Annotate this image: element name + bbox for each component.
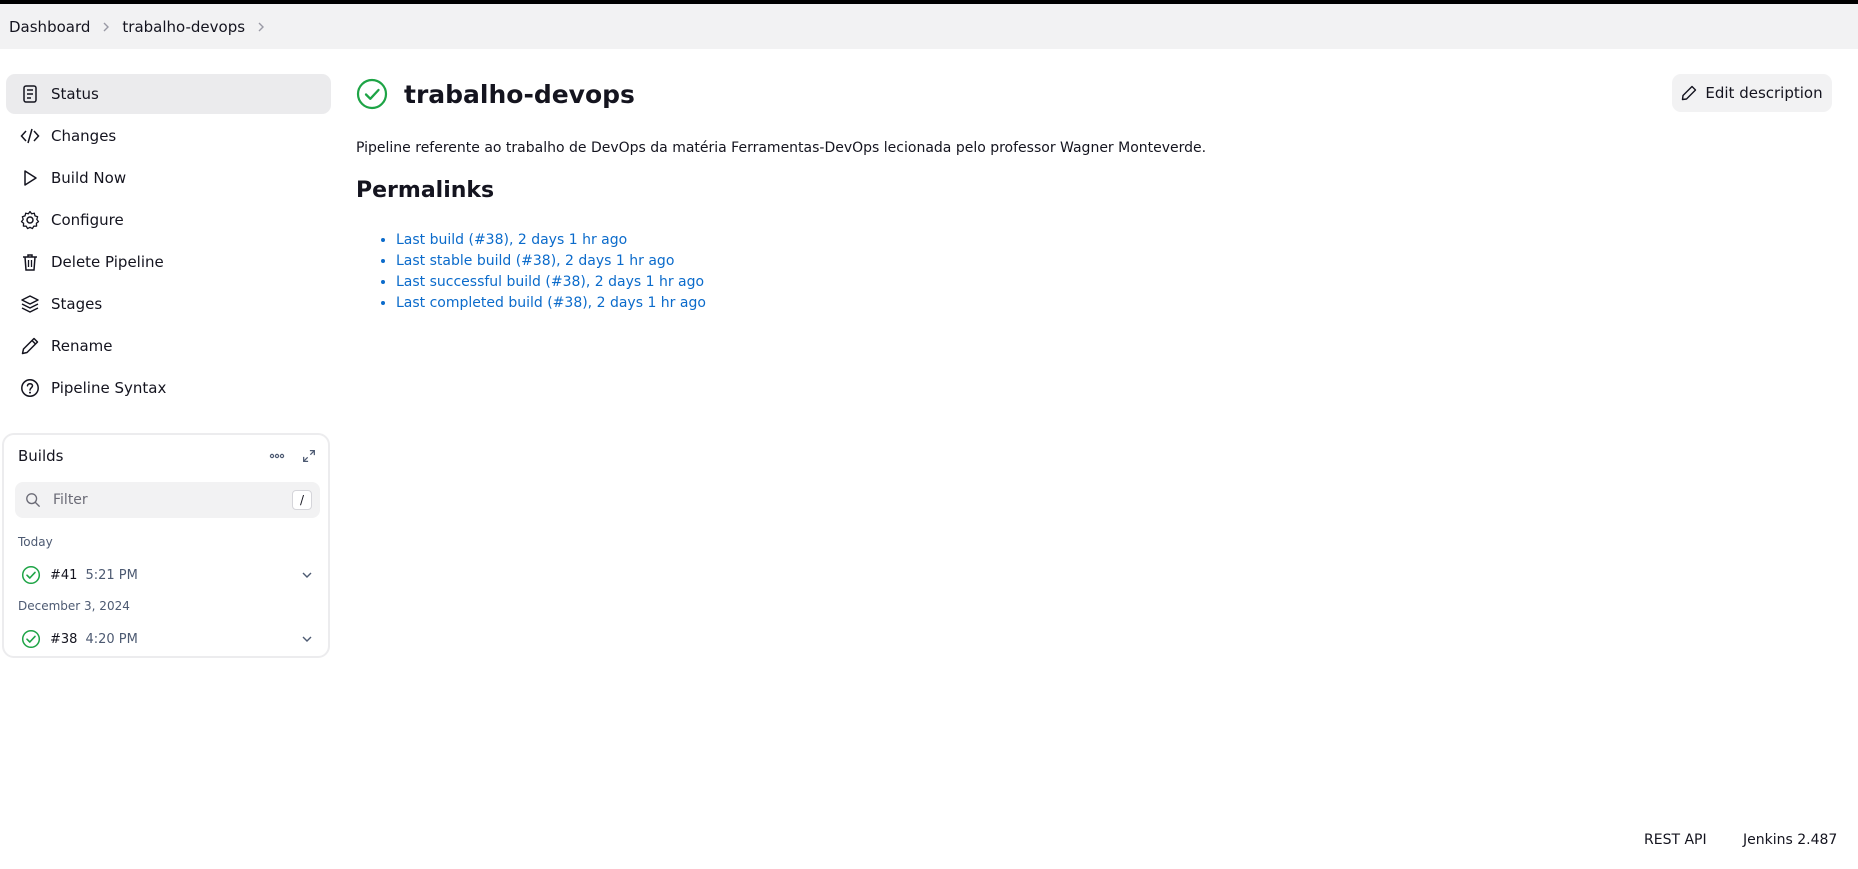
edit-description-label: Edit description <box>1705 84 1823 102</box>
expand-icon[interactable] <box>300 447 318 465</box>
layers-icon <box>20 294 40 314</box>
breadcrumb-trabalho-devops[interactable]: trabalho-devops <box>122 18 245 36</box>
build-row-41[interactable]: #41 5:21 PM <box>16 561 322 589</box>
sidebar-item-label: Delete Pipeline <box>51 253 164 271</box>
chevron-right-icon[interactable] <box>90 21 122 33</box>
gear-icon <box>20 210 40 230</box>
build-row-38[interactable]: #38 4:20 PM <box>16 625 322 653</box>
build-time: 5:21 PM <box>85 567 138 583</box>
builds-title: Builds <box>18 447 64 465</box>
sidebar-item-changes[interactable]: Changes <box>6 116 331 156</box>
pencil-icon <box>20 336 40 356</box>
success-icon <box>21 629 41 649</box>
edit-description-button[interactable]: Edit description <box>1672 74 1832 112</box>
sidebar-item-label: Rename <box>51 337 113 355</box>
build-time: 4:20 PM <box>85 631 138 647</box>
chevron-down-icon[interactable] <box>300 568 314 582</box>
breadcrumb-dashboard[interactable]: Dashboard <box>9 18 90 36</box>
play-icon <box>20 168 40 188</box>
permalink-last-successful-build[interactable]: Last successful build (#38), 2 days 1 hr… <box>396 274 704 290</box>
breadcrumb: Dashboard trabalho-devops <box>0 4 1858 49</box>
sidebar-item-delete-pipeline[interactable]: Delete Pipeline <box>6 242 331 282</box>
main-content: trabalho-devops Edit description Pipelin… <box>356 74 1836 311</box>
sidebar-item-label: Build Now <box>51 169 127 187</box>
permalinks-list: Last build (#38), 2 days 1 hr ago Last s… <box>374 230 706 314</box>
success-icon <box>356 78 388 110</box>
permalink-last-stable-build[interactable]: Last stable build (#38), 2 days 1 hr ago <box>396 253 674 269</box>
filter-input[interactable] <box>51 491 271 509</box>
jenkins-version-link[interactable]: Jenkins 2.487 <box>1743 832 1837 848</box>
permalink-last-build[interactable]: Last build (#38), 2 days 1 hr ago <box>396 232 627 248</box>
sidebar-item-pipeline-syntax[interactable]: Pipeline Syntax <box>6 368 331 408</box>
status-icon <box>20 84 40 104</box>
sidebar-item-label: Changes <box>51 127 117 145</box>
help-icon <box>20 378 40 398</box>
job-description: Pipeline referente ao trabalho de DevOps… <box>356 140 1207 156</box>
builds-filter: / <box>15 482 320 518</box>
sidebar-item-stages[interactable]: Stages <box>6 284 331 324</box>
list-item: Last stable build (#38), 2 days 1 hr ago <box>396 251 706 272</box>
list-item: Last successful build (#38), 2 days 1 hr… <box>396 272 706 293</box>
build-number[interactable]: #41 <box>50 568 77 583</box>
build-group-date: Today <box>18 535 53 549</box>
keyboard-shortcut-badge: / <box>292 490 312 510</box>
sidebar-item-status[interactable]: Status <box>6 74 331 114</box>
chevron-right-icon[interactable] <box>245 21 277 33</box>
build-group-date: December 3, 2024 <box>18 599 130 613</box>
search-icon <box>25 492 41 508</box>
code-icon <box>20 126 40 146</box>
sidebar-item-label: Stages <box>51 295 103 313</box>
permalink-last-completed-build[interactable]: Last completed build (#38), 2 days 1 hr … <box>396 295 706 311</box>
builds-panel: Builds / Today #41 5:21 PM December 3, 2… <box>2 433 330 658</box>
build-number[interactable]: #38 <box>50 632 77 647</box>
sidebar-item-label: Status <box>51 85 99 103</box>
sidebar-item-label: Pipeline Syntax <box>51 379 167 397</box>
list-item: Last completed build (#38), 2 days 1 hr … <box>396 293 706 314</box>
sidebar-item-rename[interactable]: Rename <box>6 326 331 366</box>
pencil-icon <box>1682 85 1697 101</box>
page-title: trabalho-devops <box>404 79 635 109</box>
title-row: trabalho-devops <box>356 74 1836 114</box>
sidebar-item-build-now[interactable]: Build Now <box>6 158 331 198</box>
rest-api-link[interactable]: REST API <box>1644 832 1707 848</box>
sidebar-item-configure[interactable]: Configure <box>6 200 331 240</box>
permalinks-heading: Permalinks <box>356 178 495 203</box>
chevron-down-icon[interactable] <box>300 632 314 646</box>
sidebar: Status Changes Build Now Configure Delet… <box>6 74 331 410</box>
more-icon[interactable] <box>268 447 286 465</box>
success-icon <box>21 565 41 585</box>
trash-icon <box>20 252 40 272</box>
list-item: Last build (#38), 2 days 1 hr ago <box>396 230 706 251</box>
sidebar-item-label: Configure <box>51 211 124 229</box>
builds-actions <box>268 447 318 465</box>
